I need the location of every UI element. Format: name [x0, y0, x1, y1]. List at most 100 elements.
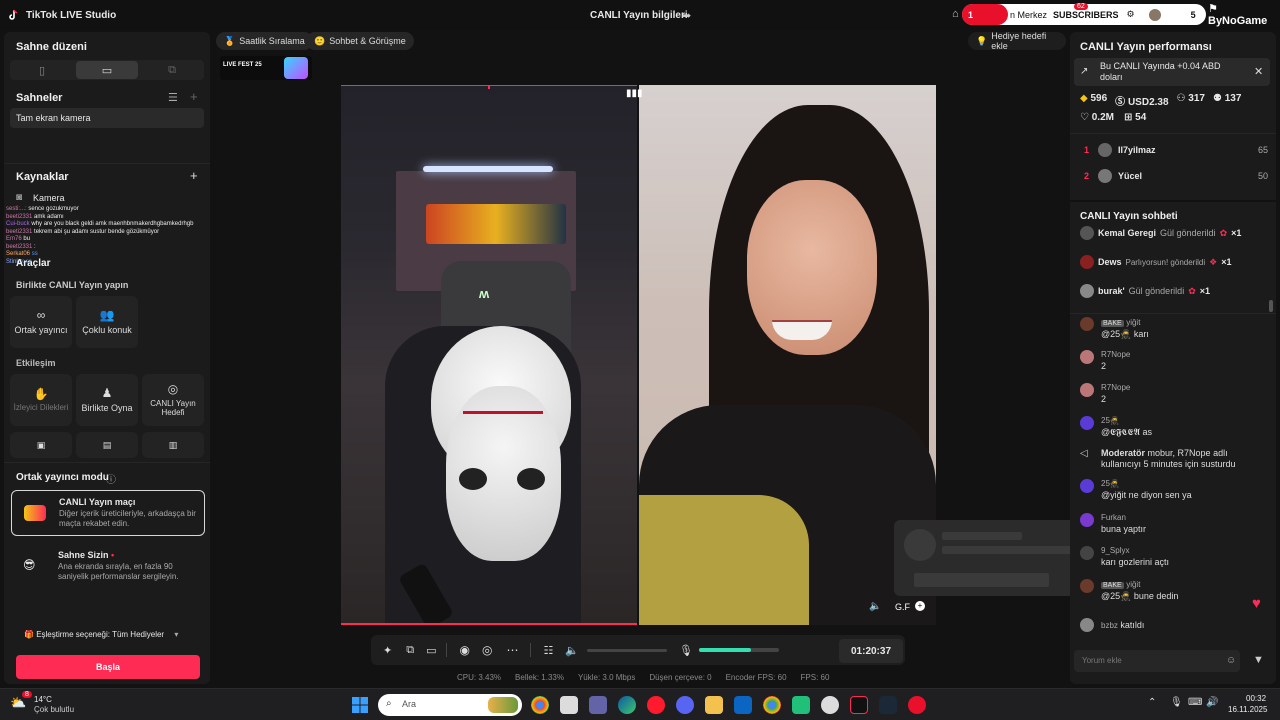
match-option[interactable]: CANLI Yayın maçı Diğer içerik üreticiler… [11, 490, 205, 536]
magic-icon[interactable]: ✦ [383, 644, 392, 657]
box-icon: ▣ [36, 439, 46, 450]
mic-icon[interactable]: 🎙 [679, 644, 693, 657]
user-badge: BAKE [1101, 582, 1124, 589]
matching-option[interactable]: 🎁 Eşleştirme seçeneği: Tüm Hediyeler ▾ [24, 630, 178, 639]
folder-icon[interactable] [705, 696, 723, 714]
home-icon[interactable]: ⌂ [952, 8, 959, 20]
chrome-icon[interactable] [531, 696, 549, 714]
windows-start-icon[interactable] [352, 697, 368, 713]
list-icon[interactable]: ☰ [168, 91, 178, 104]
skeleton-line [942, 546, 1076, 554]
opera-icon[interactable] [647, 696, 665, 714]
overlay-line: Em76 bu [6, 236, 31, 242]
comment-input[interactable]: Yorum ekle ☺ [1074, 650, 1240, 672]
source-camera[interactable]: Kamera [33, 193, 65, 203]
layout-switcher: ▯ ▭ ⧉ [10, 60, 204, 80]
tile-label: İzleyici Dilekleri [13, 403, 69, 413]
layout-dual-icon[interactable]: ⧉ [140, 60, 204, 80]
layout-landscape-icon[interactable]: ▭ [76, 61, 138, 79]
taskbar-search[interactable]: ⌕ Ara [378, 694, 522, 716]
volume-icon[interactable]: 🔊 [1206, 697, 1218, 708]
search-highlight-icon [488, 697, 518, 713]
message-text: katıldı [1120, 620, 1145, 630]
discord-icon[interactable] [676, 696, 694, 714]
rank-number: 1 [1084, 145, 1090, 155]
steam-icon[interactable] [879, 696, 897, 714]
scene-item[interactable]: Tam ekran kamera [10, 108, 204, 128]
sliders-icon[interactable]: ☷ [543, 644, 553, 657]
match-desc: Diğer içerik üreticileriyle, arkadaşça b… [59, 509, 196, 528]
viewer-requests-tile[interactable]: ✋ İzleyici Dilekleri [10, 374, 72, 426]
message-text: karı gozlerini açtı [1101, 557, 1170, 567]
scrollbar[interactable] [1269, 300, 1273, 312]
network-icon[interactable]: ⌨ [1188, 697, 1202, 708]
tool-tile[interactable]: ▥ [142, 432, 204, 458]
effects-icon[interactable]: ⧉ [406, 644, 414, 657]
ranking-row[interactable]: 1 Il7yilmaz 65 [1084, 143, 1268, 157]
layout-icon[interactable]: ▭ [426, 644, 436, 657]
app-title: TikTok LIVE Studio [26, 10, 117, 21]
event-logo: LIVE FEST 25 [220, 56, 312, 80]
add-scene-icon[interactable]: + [190, 89, 198, 104]
tool-tile[interactable]: ▤ [76, 432, 138, 458]
heart-icon[interactable]: ♥ [1252, 595, 1261, 612]
cohost-tile[interactable]: ∞ Ortak yayıncı [10, 296, 72, 348]
app-icon[interactable] [792, 696, 810, 714]
mic-level-slider[interactable] [699, 648, 779, 652]
more-icon[interactable]: ⋯ [506, 643, 518, 657]
hourly-ranking-chip[interactable]: 🏅 Saatlik Sıralama [216, 32, 313, 50]
ranking-row[interactable]: 2 Yücel 50 [1084, 169, 1268, 183]
teams-icon[interactable] [589, 696, 607, 714]
message-user: R7Nope [1101, 383, 1131, 392]
goal-icon: ◎ [167, 382, 179, 397]
mail-icon[interactable] [734, 696, 752, 714]
top-marker [488, 85, 490, 89]
share-icon[interactable]: ➦ [682, 9, 691, 22]
cpu-stat: CPU: 3.43% [457, 673, 502, 682]
avatar [1080, 317, 1094, 331]
play-together-tile[interactable]: ♟ Birlikte Oyna [76, 374, 138, 426]
match-title: CANLI Yayın maçı [59, 497, 136, 507]
speaker-volume-icon[interactable]: 🔈 [565, 644, 579, 657]
speaker-volume-slider[interactable] [587, 648, 668, 652]
tray-chevron-icon[interactable]: ⌃ [1148, 697, 1156, 708]
info-icon[interactable]: ⓘ [106, 471, 116, 486]
add-source-icon[interactable]: + [190, 168, 198, 183]
chrome-alt-icon[interactable] [763, 696, 781, 714]
live-info-title[interactable]: CANLI Yayın bilgileri [590, 10, 688, 21]
tile-label: Birlikte Oyna [81, 403, 133, 414]
settings-icon[interactable]: ⚙ [1127, 9, 1135, 20]
edge-icon[interactable] [618, 696, 636, 714]
target-icon[interactable]: ◎ [482, 643, 492, 657]
gift-goal-chip[interactable]: 💡 Hediye hedefi ekle [968, 31, 1066, 51]
rose-icon: ✿ [1219, 227, 1228, 238]
github-icon[interactable] [821, 696, 839, 714]
store-icon[interactable] [560, 696, 578, 714]
start-button[interactable]: Başla [16, 655, 200, 679]
close-icon[interactable]: ✕ [1254, 65, 1263, 78]
gift-count: ×1 [1199, 286, 1211, 296]
speaker-icon[interactable]: 🔈 [869, 601, 881, 612]
tray-mic-icon[interactable]: 🎙 [1170, 697, 1183, 708]
chat-call-chip[interactable]: 🙂 Sohbet & Görüşme [306, 32, 414, 50]
chat-icon: 🙂 [314, 35, 326, 46]
live-goal-tile[interactable]: ◎ CANLI Yayın Hedefi [142, 374, 204, 426]
add-guest-icon[interactable]: + [915, 601, 925, 611]
clock-date[interactable]: 16.11.2025 [1228, 705, 1267, 714]
clock-time[interactable]: 00:32 [1246, 694, 1266, 703]
chip-label: Saatlik Sıralama [239, 36, 305, 46]
multiguest-tile[interactable]: 👥 Çoklu konuk [76, 296, 138, 348]
layout-portrait-icon[interactable]: ▯ [10, 60, 74, 80]
skeleton-button [914, 573, 1049, 587]
emoji-icon[interactable]: ☺ [1226, 655, 1236, 666]
filter-icon[interactable]: ▼ [1253, 654, 1264, 666]
tool-tile[interactable]: ▣ [10, 432, 72, 458]
record-icon[interactable]: ◉ [459, 643, 469, 657]
youtube-icon[interactable] [908, 696, 926, 714]
chat-message: R7Nope 2 [1080, 350, 1270, 371]
stage-option[interactable]: 😎 Sahne Sizin • Ana ekranda sırayla, en … [11, 544, 205, 590]
tiktok-live-icon[interactable] [850, 696, 868, 714]
followers-icon: ⚉ [1212, 93, 1222, 104]
pillow [426, 204, 566, 244]
rank-name: Yücel [1118, 171, 1143, 181]
